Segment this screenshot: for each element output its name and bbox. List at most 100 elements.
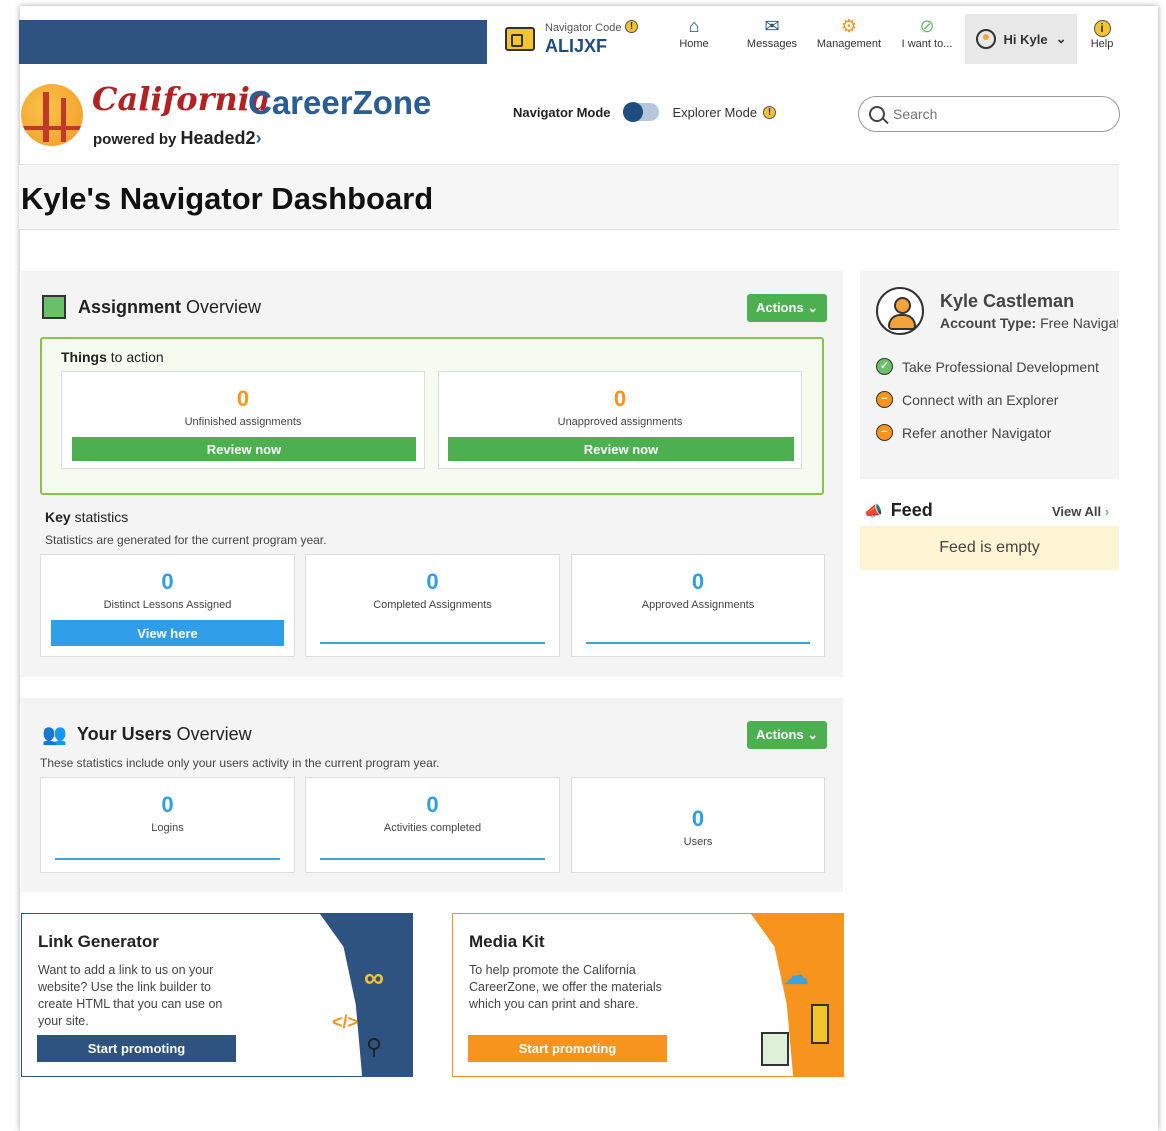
logins-card: 0 Logins xyxy=(40,777,295,873)
golden-gate-logo-icon xyxy=(21,84,83,146)
heading-rest: Overview xyxy=(186,296,262,317)
profile-avatar-icon xyxy=(876,287,924,335)
heading-bold: Your Users xyxy=(76,724,172,744)
nav-home-label: Home xyxy=(679,38,709,50)
users-actions-button[interactable]: Actions ⌄ xyxy=(747,721,828,749)
approved-count: 0 xyxy=(691,569,705,594)
home-icon: ⌂ xyxy=(688,16,700,36)
activities-label: Activities completed xyxy=(383,822,482,834)
review-unfinished-button[interactable]: Review now xyxy=(72,437,416,461)
logo-careerzone: CareerZone xyxy=(248,84,432,121)
distinct-lessons-count: 0 xyxy=(161,569,174,594)
nav-home[interactable]: ⌂ Home xyxy=(675,14,713,64)
link-generator-start-button[interactable]: Start promoting xyxy=(37,1035,236,1062)
nav-messages[interactable]: ✉ Messages xyxy=(744,14,800,64)
cloud-download-icon: ☁ xyxy=(783,960,809,990)
key-rest: statistics xyxy=(74,509,129,525)
unapproved-label: Unapproved assignments xyxy=(557,416,683,428)
todo-label: Connect with an Explorer xyxy=(902,391,1059,408)
distinct-lessons-label: Distinct Lessons Assigned xyxy=(103,599,232,611)
search-input[interactable] xyxy=(893,106,1093,122)
navigator-code-label: Navigator Code xyxy=(545,21,622,34)
link-generator-card: ∞ </> ⚲ Link Generator Want to add a lin… xyxy=(21,913,413,1077)
users-label: Users xyxy=(683,836,713,848)
review-unapproved-button[interactable]: Review now xyxy=(448,437,794,461)
key-bold: Key xyxy=(45,509,71,525)
users-overview-heading: 👥 Your Users Overview xyxy=(42,722,252,747)
todo-item[interactable]: ✓ Take Professional Development xyxy=(876,358,1116,375)
nav-management[interactable]: ⚙ Management xyxy=(814,14,884,64)
assignment-actions-button[interactable]: Actions ⌄ xyxy=(747,294,828,322)
view-all-label: View All xyxy=(1052,504,1102,519)
bookmark-icon xyxy=(811,1004,829,1044)
key-statistics-note: Statistics are generated for the current… xyxy=(45,533,327,547)
feed-view-all-link[interactable]: View All › xyxy=(1052,504,1109,519)
nav-i-want-to[interactable]: ⊘ I want to... xyxy=(898,14,956,64)
id-card-icon xyxy=(505,27,535,51)
explorer-mode-label: Explorer Mode xyxy=(672,104,758,120)
mode-switch: Navigator Mode Explorer Mode ! xyxy=(513,102,777,122)
unapproved-count: 0 xyxy=(613,386,627,411)
help-icon: i xyxy=(1093,20,1111,37)
chevron-down-icon: ⌄ xyxy=(1055,31,1067,46)
users-count-card: 0 Users xyxy=(571,777,825,873)
powered-by-text: powered by xyxy=(93,131,177,148)
megaphone-icon: 📣 xyxy=(864,502,883,520)
users-count: 0 xyxy=(691,806,705,831)
check-circle-icon: ✓ xyxy=(876,358,893,375)
link-generator-text: Want to add a link to us on your website… xyxy=(38,963,223,1028)
clipboard-edit-icon xyxy=(42,295,66,319)
completed-label: Completed Assignments xyxy=(373,599,492,611)
media-kit-title: Media Kit xyxy=(469,932,545,951)
page-title: Kyle's Navigator Dashboard xyxy=(21,181,434,216)
chevron-right-icon: › xyxy=(1104,504,1110,519)
media-kit-start-button[interactable]: Start promoting xyxy=(468,1035,667,1062)
chevron-down-icon: ⌄ xyxy=(807,727,819,742)
minus-circle-icon: − xyxy=(876,391,893,408)
account-type-label: Account Type: xyxy=(940,315,1037,331)
approved-assignments-card: 0 Approved Assignments xyxy=(571,554,825,657)
progress-bar xyxy=(320,642,545,644)
account-type-value: Free Navigator xyxy=(1040,315,1118,331)
todo-item[interactable]: − Refer another Navigator xyxy=(876,424,1116,441)
completed-assignments-card: 0 Completed Assignments xyxy=(305,554,560,657)
todo-item[interactable]: − Connect with an Explorer xyxy=(876,391,1116,408)
profile-name: Kyle Castleman xyxy=(940,291,1075,311)
unfinished-count: 0 xyxy=(236,386,250,411)
user-menu[interactable]: Hi Kyle ⌄ xyxy=(965,14,1077,64)
feed-title: Feed xyxy=(890,500,933,520)
logo-california: California xyxy=(92,80,271,118)
activities-completed-card: 0 Activities completed xyxy=(305,777,560,873)
navigator-code-value: ALIJXF xyxy=(545,35,608,56)
user-greeting: Hi Kyle xyxy=(1003,31,1048,47)
nav-i-want-to-label: I want to... xyxy=(901,38,953,50)
nav-help[interactable]: i Help xyxy=(1086,14,1118,64)
things-to-action-heading: Things to action xyxy=(61,349,164,365)
unfinished-label: Unfinished assignments xyxy=(184,416,302,428)
users-group-icon: 👥 xyxy=(42,724,67,746)
info-icon[interactable]: ! xyxy=(763,105,777,119)
gear-icon: ⚙ xyxy=(840,16,858,36)
account-type: Account Type: Free Navigator xyxy=(940,315,1118,331)
progress-bar xyxy=(320,858,545,860)
compass-icon: ⊘ xyxy=(919,16,935,36)
info-icon[interactable]: ! xyxy=(625,20,638,33)
logins-label: Logins xyxy=(151,822,184,834)
users-overview-note: These statistics include only your users… xyxy=(40,756,440,770)
headed2-text: Headed2 xyxy=(180,128,256,148)
heading-bold: Assignment xyxy=(78,296,182,317)
view-here-button[interactable]: View here xyxy=(51,620,284,646)
image-file-icon xyxy=(761,1032,789,1066)
progress-bar xyxy=(55,858,280,860)
key-statistics-heading: Key statistics xyxy=(45,509,128,525)
things-rest: to action xyxy=(110,349,164,365)
top-banner xyxy=(19,20,487,64)
todo-label: Take Professional Development xyxy=(902,358,1099,375)
chevron-down-icon: ⌄ xyxy=(807,300,819,315)
mode-toggle[interactable] xyxy=(622,102,659,122)
actions-label: Actions xyxy=(756,300,804,315)
user-avatar-icon xyxy=(975,29,996,49)
link-generator-title: Link Generator xyxy=(38,932,159,951)
media-kit-text: To help promote the California CareerZon… xyxy=(469,963,662,1011)
logins-count: 0 xyxy=(161,792,174,817)
